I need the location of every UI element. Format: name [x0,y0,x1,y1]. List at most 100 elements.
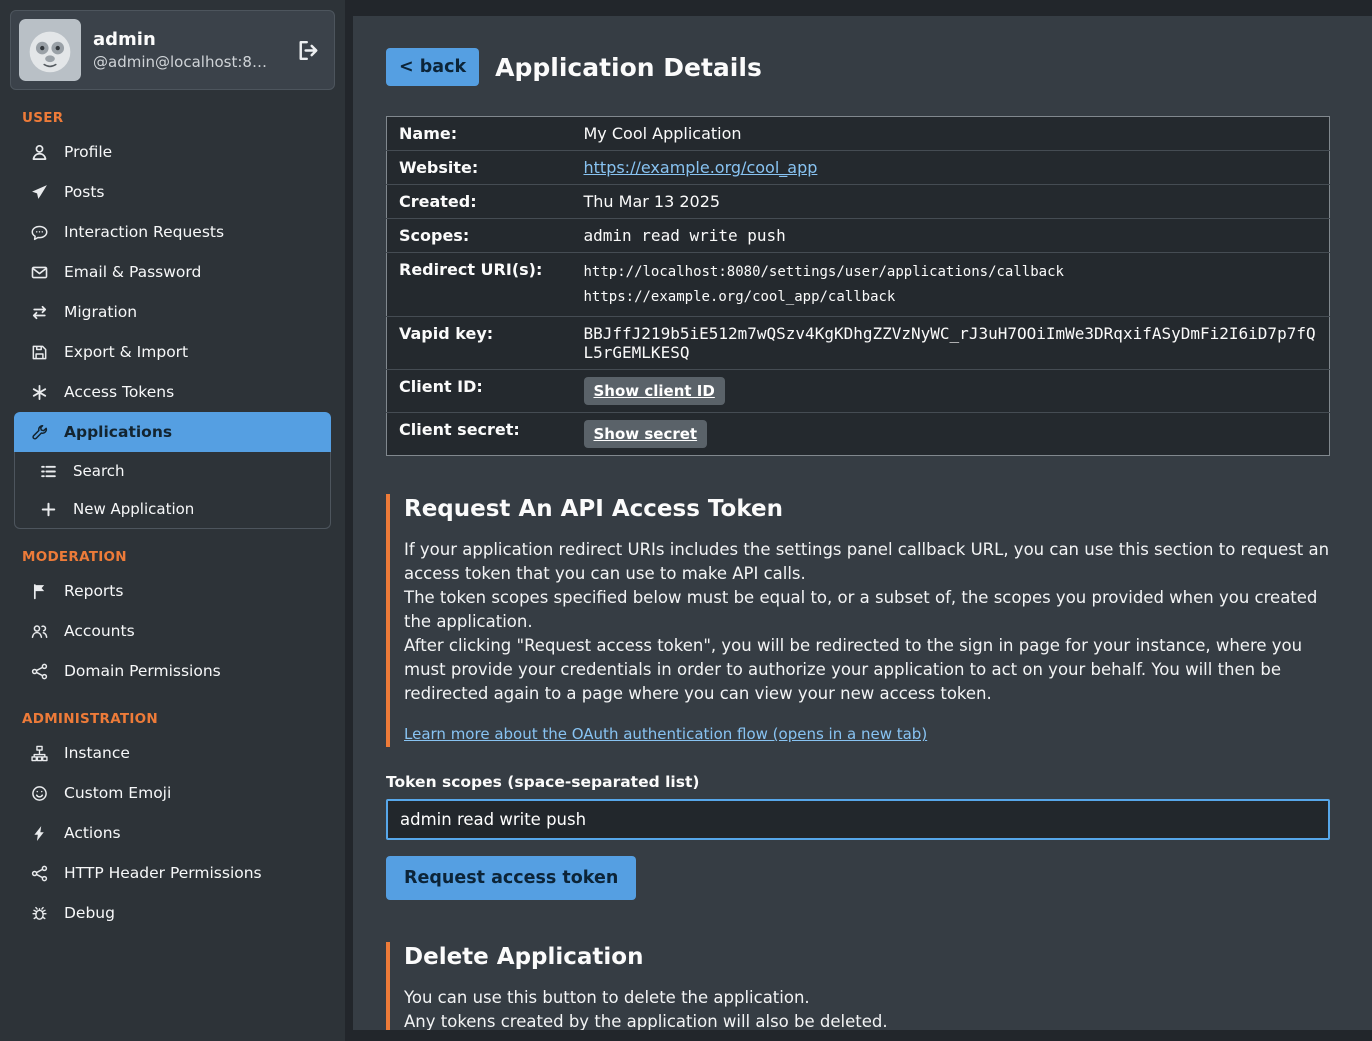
token-request-section: Request An API Access Token If your appl… [386,494,1330,747]
avatar [19,19,81,81]
sidebar-item-instance[interactable]: Instance [0,733,345,773]
sidebar-item-applications-search[interactable]: Search [15,452,330,490]
user-card[interactable]: admin @admin@localhost:80... [10,10,335,90]
list-icon [39,463,58,480]
sidebar-item-label: Access Tokens [64,383,174,401]
table-row-client-secret: Client secret: Show secret [387,413,1330,456]
delete-application-heading: Delete Application [404,944,1330,970]
table-row-client-id: Client ID: Show client ID [387,370,1330,413]
table-row-scopes: Scopes: admin read write push [387,219,1330,253]
sidebar-item-custom-emoji[interactable]: Custom Emoji [0,773,345,813]
sidebar-item-label: Accounts [64,622,135,640]
sidebar-item-actions[interactable]: Actions [0,813,345,853]
request-button-row: Request access token [386,840,1330,900]
sidebar-item-migration[interactable]: Migration [0,292,345,332]
detail-label: Scopes: [387,219,572,253]
token-scopes-label: Token scopes (space-separated list) [386,773,1330,791]
detail-value: Show secret [572,413,1330,456]
oauth-docs-link[interactable]: Learn more about the OAuth authenticatio… [404,725,927,743]
exchange-icon [30,304,49,321]
sidebar-item-interaction-requests[interactable]: Interaction Requests [0,212,345,252]
delete-paragraph: You can use this button to delete the ap… [404,986,1330,1010]
back-button[interactable]: < back [386,48,479,86]
sidebar-item-label: Custom Emoji [64,784,171,802]
sidebar-item-label: Search [73,462,125,480]
website-link[interactable]: https://example.org/cool_app [584,158,818,177]
delete-application-section: Delete Application You can use this butt… [386,942,1330,1030]
sidebar-item-debug[interactable]: Debug [0,893,345,933]
sidebar: admin @admin@localhost:80... USER Profil… [0,0,345,1041]
section-heading-moderation: MODERATION [22,549,323,565]
sidebar-item-label: Instance [64,744,130,762]
sidebar-item-reports[interactable]: Reports [0,571,345,611]
sidebar-item-export-import[interactable]: Export & Import [0,332,345,372]
detail-label: Name: [387,117,572,151]
paper-plane-icon [30,184,49,201]
detail-value: admin read write push [572,219,1330,253]
section-heading-administration: ADMINISTRATION [22,711,323,727]
share-nodes-icon [30,865,49,882]
section-heading-user: USER [22,110,323,126]
detail-value: http://localhost:8080/settings/user/appl… [572,253,1330,317]
user-handle: @admin@localhost:80... [93,53,271,71]
detail-label: Created: [387,185,572,219]
detail-label: Client secret: [387,413,572,456]
sidebar-item-email-password[interactable]: Email & Password [0,252,345,292]
table-row-redirect-uris: Redirect URI(s): http://localhost:8080/s… [387,253,1330,317]
sidebar-item-label: Actions [64,824,121,842]
logout-icon[interactable] [297,39,320,62]
sidebar-item-access-tokens[interactable]: Access Tokens [0,372,345,412]
users-icon [30,623,49,640]
sidebar-item-applications[interactable]: Applications [14,412,331,452]
sidebar-item-label: Reports [64,582,123,600]
sidebar-item-domain-permissions[interactable]: Domain Permissions [0,651,345,691]
sidebar-item-posts[interactable]: Posts [0,172,345,212]
show-secret-button[interactable]: Show secret [584,420,708,448]
page-title: Application Details [495,53,762,82]
sidebar-item-label: Posts [64,183,105,201]
share-nodes-icon [30,663,49,680]
certificate-icon [30,384,49,401]
show-client-id-button[interactable]: Show client ID [584,377,725,405]
sidebar-item-label: Profile [64,143,112,161]
sidebar-item-accounts[interactable]: Accounts [0,611,345,651]
sidebar-item-label: Domain Permissions [64,662,221,680]
applications-group: Applications Search New Application [14,412,331,529]
detail-label: Client ID: [387,370,572,413]
application-details-table: Name: My Cool Application Website: https… [386,116,1330,456]
main-content: < back Application Details Name: My Cool… [353,16,1372,1030]
table-row-name: Name: My Cool Application [387,117,1330,151]
wrench-icon [30,424,49,441]
sidebar-item-label: Debug [64,904,115,922]
sidebar-item-label: Email & Password [64,263,201,281]
sidebar-item-label: Interaction Requests [64,223,224,241]
sidebar-item-new-application[interactable]: New Application [15,490,330,528]
token-request-paragraph: The token scopes specified below must be… [404,586,1330,634]
token-scopes-input[interactable] [386,799,1330,840]
token-request-heading: Request An API Access Token [404,496,1330,522]
table-row-vapid-key: Vapid key: BBJffJ219b5iE512m7wQSzv4KgKDh… [387,317,1330,370]
sidebar-item-label: HTTP Header Permissions [64,864,262,882]
bolt-icon [30,825,49,842]
detail-value: Show client ID [572,370,1330,413]
sidebar-item-label: Export & Import [64,343,188,361]
sidebar-item-http-header-permissions[interactable]: HTTP Header Permissions [0,853,345,893]
sitemap-icon [30,745,49,762]
smile-icon [30,785,49,802]
detail-value: https://example.org/cool_app [572,151,1330,185]
floppy-disk-icon [30,344,49,361]
applications-subnav: Search New Application [14,452,331,529]
title-row: < back Application Details [386,48,1330,86]
flag-icon [30,583,49,600]
detail-label: Vapid key: [387,317,572,370]
user-meta: admin @admin@localhost:80... [93,29,271,71]
redirect-uri-2: https://example.org/cool_app/callback [584,285,1318,310]
detail-label: Website: [387,151,572,185]
plus-icon [39,501,58,518]
detail-value: My Cool Application [572,117,1330,151]
sidebar-item-profile[interactable]: Profile [0,132,345,172]
envelope-icon [30,264,49,281]
detail-value: BBJffJ219b5iE512m7wQSzv4KgKDhgZZVzNyWC_r… [572,317,1330,370]
user-icon [30,144,49,161]
request-access-token-button[interactable]: Request access token [386,856,636,900]
